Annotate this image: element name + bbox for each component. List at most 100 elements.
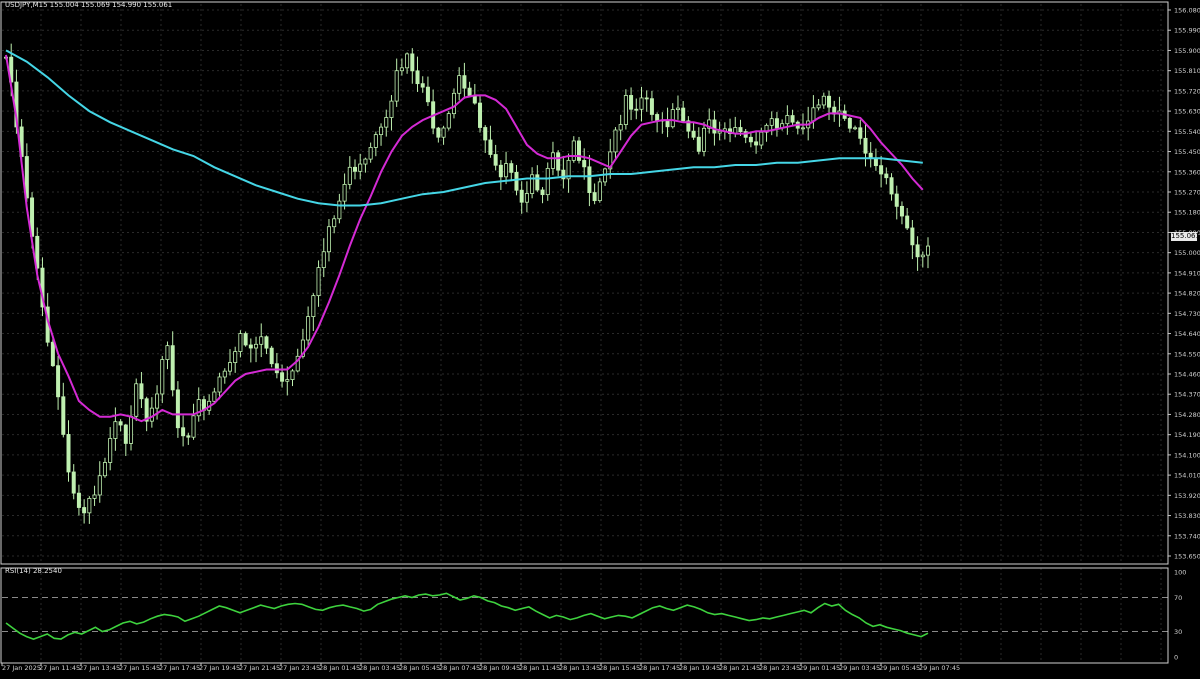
candle	[915, 236, 920, 271]
candle-body-bull	[97, 475, 102, 496]
candle	[175, 381, 180, 438]
chart-frames	[0, 1, 1169, 664]
candle	[644, 90, 649, 112]
candle	[61, 382, 66, 438]
candle-body-bull	[233, 351, 238, 363]
candle-body-bear	[472, 95, 477, 104]
candle-body-bear	[556, 152, 561, 171]
price-grid	[2, 4, 1168, 564]
candle	[748, 131, 753, 148]
candle-body-bear	[420, 83, 425, 88]
candle	[858, 119, 863, 145]
candle	[811, 95, 816, 129]
candle	[66, 420, 71, 482]
time-tick-label: 28 Jan 23:45	[759, 664, 800, 672]
candle	[863, 123, 868, 167]
candle	[410, 48, 415, 84]
candle-body-bull	[316, 267, 321, 297]
candle	[129, 405, 134, 451]
time-tick-label: 28 Jan 09:45	[479, 664, 520, 672]
price-tick-label: 154.640	[1174, 330, 1200, 338]
candle	[123, 423, 128, 457]
candle	[264, 335, 269, 355]
candle	[623, 89, 628, 130]
candle	[290, 369, 295, 387]
candle	[191, 403, 196, 440]
candle	[436, 126, 441, 143]
price-tick-label: 155.720	[1174, 87, 1200, 95]
candle	[608, 138, 613, 179]
candle	[926, 237, 931, 269]
candle	[394, 58, 399, 107]
candle-body-bear	[264, 336, 269, 349]
candle-body-bear	[274, 363, 279, 374]
candle-body-bull	[134, 383, 139, 417]
time-tick-label: 28 Jan 11:45	[519, 664, 560, 672]
candle	[170, 331, 175, 397]
candle	[754, 131, 759, 154]
candle-body-bear	[353, 166, 358, 172]
time-tick-label: 27 Jan 2025	[2, 664, 41, 672]
candle-body-bull	[504, 163, 509, 178]
time-tick-label: 28 Jan 03:45	[359, 664, 400, 672]
candle	[603, 167, 608, 186]
time-tick-label: 28 Jan 19:45	[679, 664, 720, 672]
candle	[774, 111, 779, 137]
candle-body-bull	[373, 134, 378, 148]
candle	[248, 338, 253, 363]
time-tick-label: 27 Jan 15:45	[119, 664, 160, 672]
candle	[425, 76, 430, 107]
candle-body-bull	[384, 117, 389, 128]
candle	[384, 109, 389, 137]
candle	[40, 257, 45, 317]
price-tick-label: 155.900	[1174, 47, 1200, 55]
candle	[181, 415, 186, 447]
candle	[790, 109, 795, 126]
candle	[222, 368, 227, 384]
price-tick-label: 155.270	[1174, 189, 1200, 197]
price-tick-label: 154.910	[1174, 269, 1200, 277]
candle	[353, 159, 358, 180]
price-tick-label: 153.920	[1174, 492, 1200, 500]
candle-body-bear	[535, 174, 540, 191]
candle	[853, 125, 858, 131]
candle-body-bear	[118, 421, 123, 426]
chart-window[interactable]: 156.080 155.990 155.900 155.810 155.720 155.6…	[0, 0, 1200, 675]
candle	[113, 407, 118, 451]
candle	[498, 160, 503, 190]
candle-body-bull	[623, 95, 628, 125]
candle	[165, 341, 170, 370]
candle-body-bear	[858, 127, 863, 139]
candle-body-bear	[56, 365, 61, 398]
candle-body-bear	[488, 139, 493, 155]
candle-body-bull	[675, 107, 680, 111]
candle	[504, 151, 509, 185]
candle-body-bull	[670, 109, 675, 128]
candle	[389, 95, 394, 131]
price-axis: 156.080 155.990 155.900 155.810 155.720 155.6…	[1168, 7, 1200, 561]
candle	[894, 185, 899, 220]
candle	[561, 155, 566, 189]
candle-body-bull	[222, 370, 227, 378]
candle	[571, 136, 576, 163]
candle	[201, 395, 206, 421]
candle-body-bear	[248, 344, 253, 349]
candle	[134, 378, 139, 422]
candle-body-bear	[71, 471, 76, 494]
candle-body-bear	[425, 86, 430, 103]
candle	[702, 121, 707, 157]
candle-body-bull	[545, 168, 550, 196]
candle-body-bear	[498, 164, 503, 178]
candle-body-bull	[597, 181, 602, 202]
candle-body-bull	[217, 376, 222, 393]
candle-body-bear	[186, 435, 191, 438]
candle-body-bull	[129, 415, 134, 444]
candle	[795, 120, 800, 135]
candle	[269, 345, 274, 368]
candle	[576, 136, 581, 164]
candle-body-bull	[379, 126, 384, 136]
candle	[457, 67, 462, 101]
chart-canvas[interactable]: 156.080 155.990 155.900 155.810 155.720 155.6…	[0, 0, 1200, 675]
candle-body-bear	[436, 127, 441, 138]
candle	[681, 101, 686, 123]
